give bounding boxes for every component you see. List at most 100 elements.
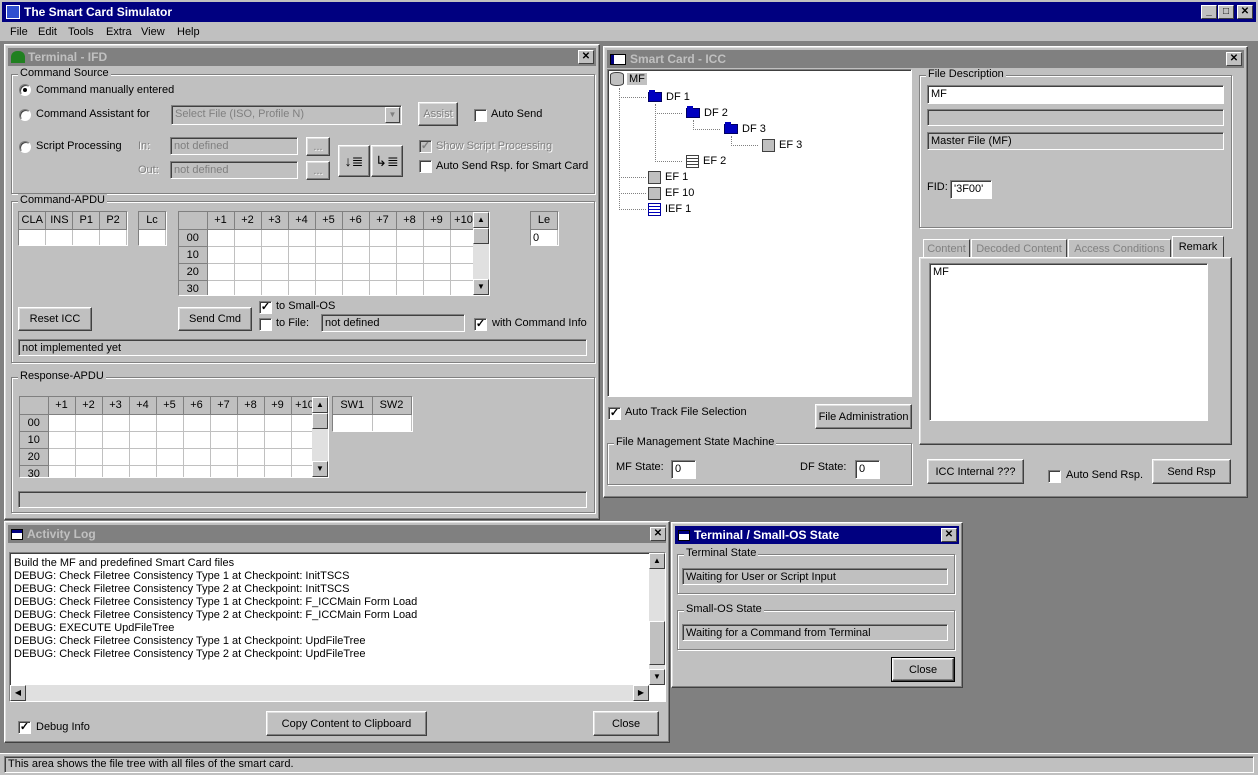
to-small-os-checkbox[interactable]: ✓ <box>259 301 272 314</box>
tree-item-ef10[interactable]: EF 10 <box>648 185 694 201</box>
scroll-down-icon[interactable]: ▼ <box>649 669 665 685</box>
auto-send-checkbox[interactable] <box>474 109 487 122</box>
command-data-grid[interactable]: +1 +2 +3 +4 +5 +6 +7 +8 +9 +10 00 10 20 30 ▲ … <box>178 211 490 296</box>
assistant-select[interactable]: Select File (ISO, Profile N) ▼ <box>171 105 402 125</box>
scroll-thumb[interactable] <box>312 413 328 429</box>
auto-send-label[interactable]: Auto Send <box>491 108 542 120</box>
app-titlebar[interactable]: The Smart Card Simulator _ □ ✕ <box>0 0 1258 24</box>
state-titlebar[interactable]: Terminal / Small-OS State <box>675 526 959 544</box>
chevron-down-icon[interactable]: ▼ <box>385 107 400 123</box>
out-browse-button[interactable]: ... <box>306 161 330 180</box>
activity-log-close-button[interactable]: Close <box>593 711 659 736</box>
close-icon[interactable]: ✕ <box>1237 5 1253 19</box>
tree-item-df1[interactable]: DF 1 <box>648 89 690 105</box>
terminal-close-icon[interactable]: ✕ <box>578 50 594 64</box>
to-file-label[interactable]: to File: <box>276 317 309 329</box>
copy-clipboard-button[interactable]: Copy Content to Clipboard <box>266 711 427 736</box>
debug-info-checkbox[interactable]: ✓ <box>18 721 31 734</box>
tab-content[interactable]: Content <box>923 239 970 257</box>
with-cmd-info-label[interactable]: with Command Info <box>492 317 587 329</box>
scroll-down-icon[interactable]: ▼ <box>473 279 489 295</box>
to-small-os-label[interactable]: to Small-OS <box>276 300 335 312</box>
auto-send-rsp-label[interactable]: Auto Send Rsp. for Smart Card <box>436 160 588 172</box>
out-field[interactable]: not defined <box>170 161 298 179</box>
scroll-right-icon[interactable]: ▶ <box>633 685 649 701</box>
auto-track-label[interactable]: Auto Track File Selection <box>625 406 747 418</box>
assistant-radio[interactable] <box>19 109 31 121</box>
manual-radio[interactable] <box>19 84 31 96</box>
tree-item-ief1[interactable]: IEF 1 <box>648 201 691 217</box>
auto-send-rsp-checkbox[interactable] <box>419 160 432 173</box>
menu-edit[interactable]: Edit <box>38 26 57 38</box>
script-save-button[interactable]: ↳≣ <box>371 145 403 177</box>
send-cmd-button[interactable]: Send Cmd <box>178 307 252 331</box>
tree-item-df3[interactable]: DF 3 <box>724 121 766 137</box>
in-field[interactable]: not defined <box>170 137 298 155</box>
to-file-field[interactable]: not defined <box>321 314 465 332</box>
mf-state-field[interactable]: 0 <box>671 460 696 479</box>
show-script-checkbox[interactable]: ✓ <box>419 140 432 153</box>
remark-textarea[interactable]: MF <box>929 263 1208 421</box>
response-data-grid[interactable]: +1 +2 +3 +4 +5 +6 +7 +8 +9 +10 00 10 20 30 ▲ … <box>19 396 329 478</box>
with-cmd-info-checkbox[interactable]: ✓ <box>474 318 487 331</box>
auto-send-rsp-icc-label[interactable]: Auto Send Rsp. <box>1066 469 1143 481</box>
activity-log-titlebar[interactable]: Activity Log <box>8 525 666 543</box>
tab-access-conditions[interactable]: Access Conditions <box>1068 239 1171 257</box>
debug-info-label[interactable]: Debug Info <box>36 721 90 733</box>
tab-decoded-content[interactable]: Decoded Content <box>971 239 1067 257</box>
icc-titlebar[interactable]: Smart Card - ICC <box>607 50 1244 68</box>
terminal-titlebar[interactable]: Terminal - IFD <box>8 48 596 66</box>
icc-close-icon[interactable]: ✕ <box>1226 52 1242 66</box>
script-load-button[interactable]: ↓≣ <box>338 145 370 177</box>
menu-file[interactable]: File <box>10 26 28 38</box>
state-close-icon[interactable]: ✕ <box>941 528 957 542</box>
tree-item-ef1[interactable]: EF 1 <box>648 169 688 185</box>
scroll-left-icon[interactable]: ◀ <box>10 685 26 701</box>
tree-item-mf[interactable]: MF <box>610 71 647 87</box>
menu-help[interactable]: Help <box>177 26 200 38</box>
reset-icc-button[interactable]: Reset ICC <box>18 307 92 331</box>
command-grid-scrollbar[interactable]: ▲ ▼ <box>473 212 489 295</box>
sw-grid[interactable]: SW1 SW2 <box>332 396 413 432</box>
scroll-thumb[interactable] <box>649 621 665 665</box>
scroll-up-icon[interactable]: ▲ <box>312 397 328 413</box>
auto-send-rsp-icc-checkbox[interactable] <box>1048 470 1061 483</box>
state-close-button[interactable]: Close <box>891 657 955 682</box>
response-grid-scrollbar[interactable]: ▲ ▼ <box>312 397 328 477</box>
minimize-icon[interactable]: _ <box>1201 5 1217 19</box>
icc-internal-button[interactable]: ICC Internal ??? <box>927 459 1024 484</box>
header-grid[interactable]: CLA INS P1 P2 <box>18 211 128 246</box>
file-tree[interactable]: MF DF 1 DF 2 DF 3 EF 3 EF 2 EF 1 EF 10 I… <box>607 69 912 397</box>
in-browse-button[interactable]: ... <box>306 137 330 156</box>
script-radio[interactable] <box>19 141 31 153</box>
log-textarea[interactable]: Build the MF and predefined Smart Card f… <box>9 552 666 702</box>
maximize-icon[interactable]: □ <box>1218 5 1234 19</box>
send-rsp-button[interactable]: Send Rsp <box>1152 459 1231 484</box>
menu-extra[interactable]: Extra <box>106 26 132 38</box>
scroll-down-icon[interactable]: ▼ <box>312 461 328 477</box>
show-script-label[interactable]: Show Script Processing <box>436 140 552 152</box>
scroll-up-icon[interactable]: ▲ <box>473 212 489 228</box>
tree-item-ef3[interactable]: EF 3 <box>762 137 802 153</box>
file-name-field[interactable]: MF <box>927 85 1224 104</box>
file-admin-button[interactable]: File Administration <box>815 404 912 429</box>
tree-item-ef2[interactable]: EF 2 <box>686 153 726 169</box>
menu-view[interactable]: View <box>141 26 165 38</box>
scroll-thumb[interactable] <box>473 228 489 244</box>
log-hscrollbar[interactable]: ◀ ▶ <box>10 685 649 701</box>
auto-track-checkbox[interactable]: ✓ <box>608 407 621 420</box>
log-vscrollbar[interactable]: ▲ ▼ <box>649 553 665 685</box>
tab-remark[interactable]: Remark <box>1172 236 1224 257</box>
activity-log-close-icon[interactable]: ✕ <box>650 527 666 541</box>
scroll-up-icon[interactable]: ▲ <box>649 553 665 569</box>
manual-label[interactable]: Command manually entered <box>36 84 174 96</box>
assistant-label[interactable]: Command Assistant for <box>36 108 150 120</box>
le-value[interactable]: 0 <box>531 229 558 245</box>
script-label[interactable]: Script Processing <box>36 140 122 152</box>
fid-field[interactable]: '3F00' <box>950 180 992 199</box>
tree-item-df2[interactable]: DF 2 <box>686 105 728 121</box>
lc-grid[interactable]: Lc <box>138 211 167 246</box>
assist-button[interactable]: Assist <box>418 102 458 126</box>
menu-tools[interactable]: Tools <box>68 26 94 38</box>
le-grid[interactable]: Le 0 <box>530 211 559 246</box>
